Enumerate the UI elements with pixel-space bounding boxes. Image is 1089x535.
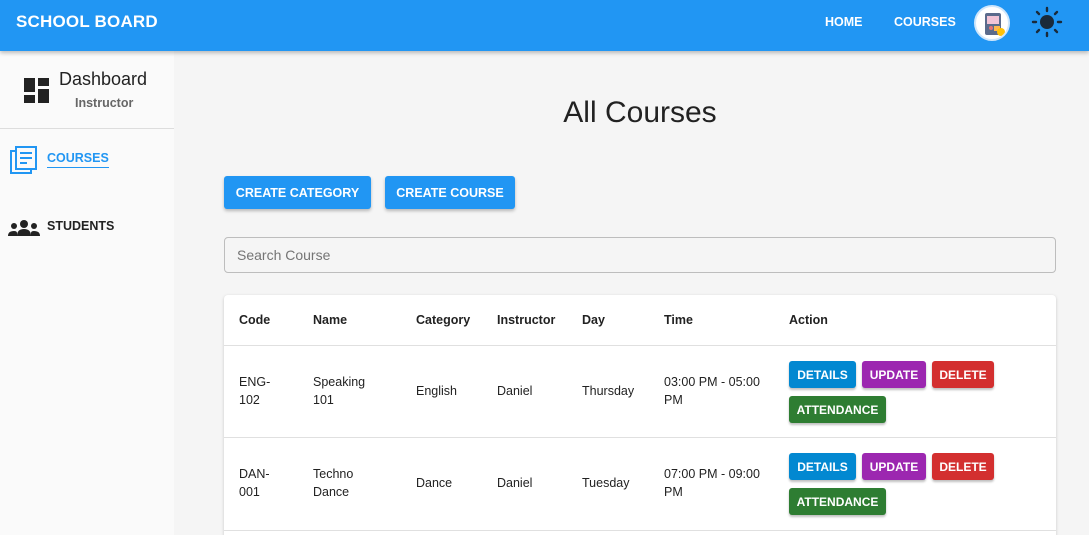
courses-table: Code Name Category Instructor Day Time A… xyxy=(224,295,1056,535)
sidebar-item-students[interactable]: STUDENTS xyxy=(0,211,174,243)
sidebar-divider xyxy=(0,128,174,129)
row-divider xyxy=(224,345,1056,346)
sidebar: Dashboard Instructor COURSES STUDENTS xyxy=(0,51,174,535)
courses-icon xyxy=(10,146,38,179)
column-header-name: Name xyxy=(313,313,348,327)
cell-day: Tuesday xyxy=(582,476,630,490)
page-title: All Courses xyxy=(563,96,717,129)
cell-time: 07:00 PM - 09:00 PM xyxy=(664,467,760,499)
cell-code: DAN- 001 xyxy=(239,467,270,499)
column-header-code: Code xyxy=(239,313,271,327)
app-bar: SCHOOL BOARD HOME COURSES xyxy=(0,0,1089,51)
details-button[interactable]: DETAILS xyxy=(789,453,856,480)
column-header-time: Time xyxy=(664,313,693,327)
nav-courses-link[interactable]: COURSES xyxy=(894,15,956,29)
column-header-instructor: Instructor xyxy=(497,313,556,327)
sidebar-item-label: COURSES xyxy=(47,151,109,168)
delete-button[interactable]: DELETE xyxy=(932,361,994,388)
create-course-button[interactable]: CREATE COURSE xyxy=(385,176,515,209)
cell-code: ENG- 102 xyxy=(239,375,271,407)
brand-title[interactable]: SCHOOL BOARD xyxy=(16,12,158,32)
dashboard-icon xyxy=(24,78,50,104)
cell-name: Techno Dance xyxy=(313,467,354,499)
dashboard-subtitle: Instructor xyxy=(75,96,134,110)
theme-toggle-sun-icon[interactable] xyxy=(1031,6,1063,38)
sidebar-item-courses[interactable]: COURSES xyxy=(0,143,174,175)
cell-name: Speaking 101 xyxy=(313,375,366,407)
row-divider xyxy=(224,437,1056,438)
nav-home-link[interactable]: HOME xyxy=(825,15,863,29)
column-header-category: Category xyxy=(416,313,471,327)
cell-category: Dance xyxy=(416,476,453,490)
dashboard-title: Dashboard xyxy=(59,69,148,89)
students-icon xyxy=(8,219,40,242)
search-input[interactable] xyxy=(224,237,1056,273)
cell-instructor: Daniel xyxy=(497,476,533,490)
column-header-day: Day xyxy=(582,313,605,327)
details-button[interactable]: DETAILS xyxy=(789,361,856,388)
cell-instructor: Daniel xyxy=(497,384,533,398)
row-divider xyxy=(224,530,1056,531)
cell-day: Thursday xyxy=(582,384,635,398)
attendance-button[interactable]: ATTENDANCE xyxy=(789,396,886,423)
avatar[interactable] xyxy=(974,5,1010,41)
update-button[interactable]: UPDATE xyxy=(862,453,926,480)
create-category-button[interactable]: CREATE CATEGORY xyxy=(224,176,371,209)
cell-time: 03:00 PM - 05:00 PM xyxy=(664,375,760,407)
sidebar-item-label: STUDENTS xyxy=(47,219,115,233)
update-button[interactable]: UPDATE xyxy=(862,361,926,388)
column-header-action: Action xyxy=(789,313,828,327)
attendance-button[interactable]: ATTENDANCE xyxy=(789,488,886,515)
delete-button[interactable]: DELETE xyxy=(932,453,994,480)
cell-category: English xyxy=(416,384,457,398)
